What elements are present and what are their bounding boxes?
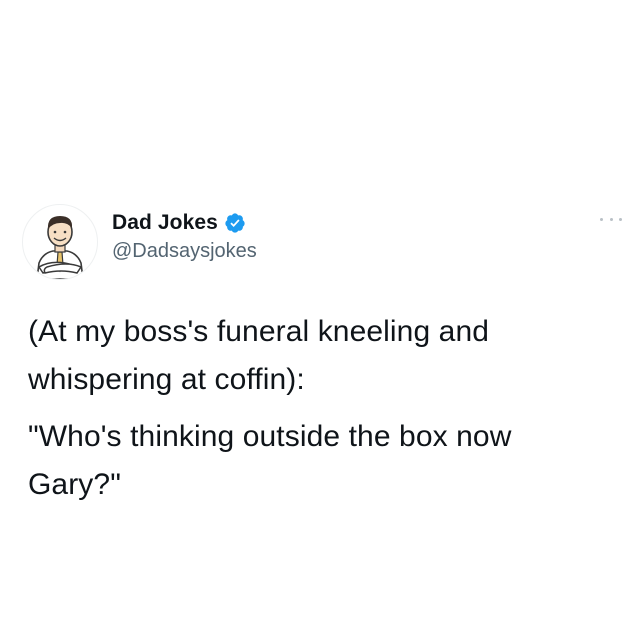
tweet-text-line-2: whispering at coffin): [28, 363, 305, 396]
cartoon-man-avatar-icon [36, 216, 84, 279]
more-dots-icon[interactable] [600, 214, 622, 224]
tweet-text-line-3: "Who's thinking outside the box now [28, 420, 512, 453]
dot [600, 217, 603, 221]
dot [609, 217, 613, 221]
tweet-text-line-1: (At my boss's funeral kneeling and [28, 315, 490, 348]
avatar[interactable] [22, 204, 98, 280]
tweet-card: Dad Jokes @Dadsaysjokes (At my boss's fu… [0, 0, 640, 640]
verified-badge-icon [225, 213, 245, 233]
display-name[interactable]: Dad Jokes [112, 211, 218, 235]
author-handle[interactable]: @Dadsaysjokes [112, 240, 257, 263]
tweet-text-line-4: Gary?" [28, 468, 121, 501]
dot [619, 217, 622, 221]
author-name-row: Dad Jokes [112, 208, 246, 238]
